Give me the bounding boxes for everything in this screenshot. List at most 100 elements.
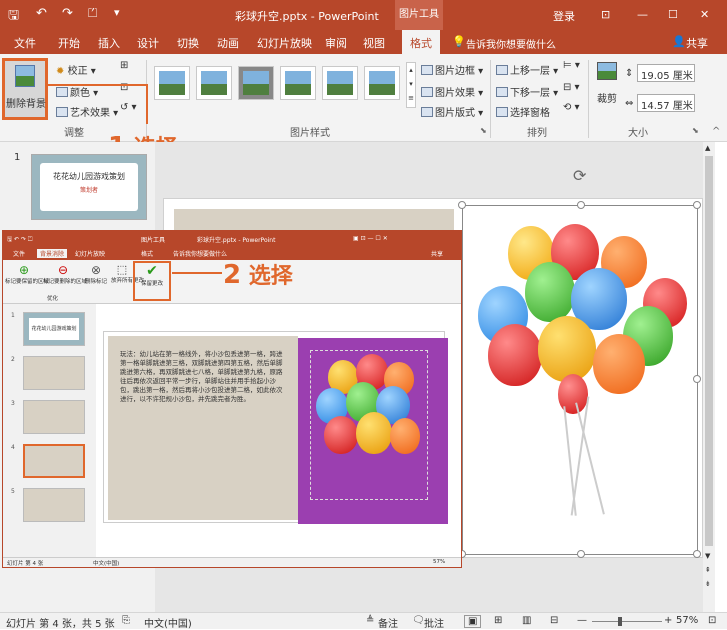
zoom-level[interactable]: 57%	[676, 615, 698, 626]
redo-icon[interactable]: ↷	[62, 6, 73, 21]
notes-icon[interactable]: ≜	[366, 615, 374, 626]
picture-style-2[interactable]	[196, 66, 232, 100]
group-adjust-label: 调整	[64, 128, 84, 139]
inset-thumbnails: 1 花花幼儿园游戏策划 2 3 4 5	[3, 304, 96, 557]
slide-thumbnail-1[interactable]: 花花幼儿园游戏策划 策划者	[31, 154, 147, 220]
share-icon[interactable]: 👤	[672, 35, 686, 48]
send-backward-button[interactable]: 下移一层 ▾	[496, 84, 558, 99]
inset-mark-keep: ⊕ 标记要保留的区域	[5, 263, 50, 285]
tab-animations[interactable]: 动画	[217, 35, 239, 51]
tab-format[interactable]: 格式	[402, 30, 440, 54]
share-button[interactable]: 共享	[686, 35, 708, 51]
start-slideshow-icon[interactable]: ⏍	[88, 6, 97, 21]
height-icon: ⇕	[625, 68, 634, 79]
zoom-out-button[interactable]: —	[577, 615, 587, 626]
picture-style-5[interactable]	[322, 66, 358, 100]
annotation-step-2: 2 选择	[223, 260, 293, 290]
art-effect-button[interactable]: 艺术效果 ▾	[56, 104, 118, 119]
close-button[interactable]: ✕	[700, 8, 709, 21]
correct-button[interactable]: ✹ 校正 ▾	[56, 62, 96, 77]
checkmark-icon: ✔	[146, 263, 158, 279]
spell-check-icon[interactable]: ⎘	[122, 615, 130, 626]
style-dialog-launcher[interactable]: ⬊	[480, 126, 487, 135]
vertical-scrollbar[interactable]: ▲ ▼ ⇞ ⇟	[703, 142, 715, 612]
zoom-slider-thumb[interactable]	[618, 617, 622, 626]
rotate-handle-icon[interactable]: ⟳	[573, 166, 586, 185]
picture-tools-context: 图片工具	[395, 0, 443, 30]
fit-slide-icon[interactable]: ⊡	[708, 615, 716, 626]
inset-title: 彩球升空.pptx - PowerPoint	[197, 237, 276, 244]
picture-effect-button[interactable]: 图片效果 ▾	[421, 84, 483, 99]
picture-style-1[interactable]	[154, 66, 190, 100]
language-status[interactable]: 中文(中国)	[144, 615, 192, 630]
tab-design[interactable]: 设计	[137, 35, 159, 51]
height-input[interactable]: 19.05 厘米	[637, 64, 695, 82]
inset-context: 图片工具	[141, 237, 166, 244]
tab-insert[interactable]: 插入	[98, 35, 120, 51]
resize-handle-tl[interactable]	[458, 201, 466, 209]
group-icon[interactable]: ⊟ ▾	[563, 82, 580, 93]
remove-background-button[interactable]: 删除背景	[2, 58, 48, 120]
tab-home[interactable]: 开始	[58, 35, 80, 51]
bring-forward-button[interactable]: 上移一层 ▾	[496, 62, 558, 77]
resize-handle-bm[interactable]	[577, 550, 585, 558]
crop-icon	[597, 62, 617, 80]
ribbon-tabs: 文件 开始 插入 设计 切换 动画 幻灯片放映 审阅 视图 格式 💡 告诉我你想…	[0, 30, 727, 54]
slideshow-view-icon[interactable]: ⊟	[550, 615, 558, 626]
tab-slideshow[interactable]: 幻灯片放映	[257, 35, 312, 51]
annotation-line-1b	[146, 84, 148, 124]
undo-icon[interactable]: ↶	[36, 6, 47, 21]
picture-border-button[interactable]: 图片边框 ▾	[421, 62, 483, 77]
slide-sorter-icon[interactable]: ⊞	[494, 615, 502, 626]
align-icon[interactable]: ⊨ ▾	[563, 60, 580, 71]
crop-button[interactable]: 裁剪	[594, 62, 620, 112]
maximize-button[interactable]: ☐	[668, 8, 678, 21]
picture-style-4[interactable]	[280, 66, 316, 100]
picture-layout-button[interactable]: 图片版式 ▾	[421, 104, 483, 119]
lightbulb-icon: 💡	[452, 35, 466, 48]
tab-view[interactable]: 视图	[363, 35, 385, 51]
remove-background-icon	[15, 65, 35, 87]
compress-icon[interactable]: ⊞	[120, 60, 128, 71]
save-icon[interactable]: 🖫	[8, 6, 19, 28]
picture-style-6[interactable]	[364, 66, 400, 100]
collapse-ribbon-icon[interactable]: ^	[712, 126, 720, 137]
zoom-slider[interactable]	[592, 617, 662, 626]
reset-picture-icon[interactable]: ↺ ▾	[120, 102, 137, 113]
resize-handle-tm[interactable]	[577, 201, 585, 209]
inset-slide: 玩法：幼儿站在第一格线外，将小沙包丢进第一格，跨进第一格单脚跳进第三格，双脚跳进…	[103, 331, 448, 524]
balloon-picture[interactable]	[462, 205, 698, 555]
normal-view-icon[interactable]: ▣	[464, 615, 482, 628]
picture-style-3[interactable]	[238, 66, 274, 100]
tab-transitions[interactable]: 切换	[177, 35, 199, 51]
color-button[interactable]: 颜色 ▾	[56, 84, 98, 99]
selection-pane-button[interactable]: 选择窗格	[496, 104, 550, 119]
ribbon-display-icon[interactable]: ⊡	[601, 8, 610, 21]
styles-scroll[interactable]: ▴ ▾ ≡	[406, 62, 416, 108]
inset-keep-changes-button: ✔ 保留更改	[133, 261, 171, 301]
group-arrange-label: 排列	[527, 128, 547, 139]
tell-me-input[interactable]: 告诉我你想要做什么	[466, 36, 556, 51]
reading-view-icon[interactable]: ▥	[522, 615, 531, 626]
qat-more-icon[interactable]: ▾	[114, 6, 120, 19]
ribbon-format: 删除背景 ✹ 校正 ▾ 颜色 ▾ 艺术效果 ▾ ⊞ ⊡ ↺ ▾ 调整 ▴ ▾ ≡ 图…	[0, 54, 727, 142]
resize-handle-br[interactable]	[693, 550, 701, 558]
login-button[interactable]: 登录	[553, 8, 575, 24]
notes-button[interactable]: 备注	[378, 615, 398, 630]
rotate-icon[interactable]: ⟲ ▾	[563, 102, 580, 113]
minimize-button[interactable]: —	[637, 8, 648, 21]
tab-file[interactable]: 文件	[14, 35, 36, 51]
resize-handle-tr[interactable]	[693, 201, 701, 209]
resize-handle-mr[interactable]	[693, 375, 701, 383]
art-effect-icon	[56, 107, 68, 117]
size-dialog-launcher[interactable]: ⬊	[692, 126, 699, 135]
tab-review[interactable]: 审阅	[325, 35, 347, 51]
picture-border-icon	[421, 65, 433, 75]
width-input[interactable]: 14.57 厘米	[637, 94, 695, 112]
annotation-line-1	[48, 84, 148, 86]
zoom-in-button[interactable]: +	[664, 615, 672, 626]
correct-icon: ✹	[56, 66, 65, 77]
comments-button[interactable]: 批注	[424, 615, 444, 630]
thumbnail-title: 花花幼儿园游戏策划	[53, 172, 125, 181]
comments-icon[interactable]: 🗨	[412, 615, 425, 626]
